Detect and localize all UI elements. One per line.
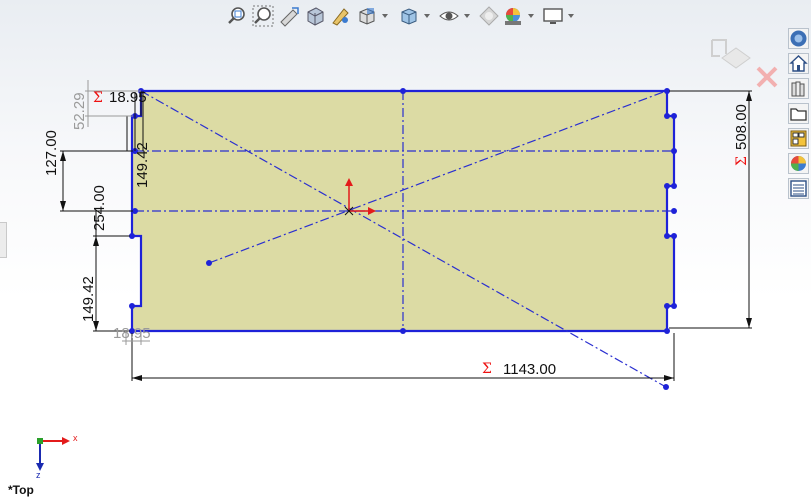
- confirmation-corner: [706, 34, 782, 94]
- appearance-icon: [479, 6, 499, 26]
- display-style-dropdown[interactable]: [424, 14, 430, 18]
- eye-icon: [439, 11, 459, 21]
- feature-manager-collapse-tab[interactable]: [0, 222, 7, 258]
- view-palette-icon: [790, 130, 807, 147]
- dimension-overall-width[interactable]: 1143.00: [503, 361, 556, 378]
- exit-sketch-icon[interactable]: [706, 34, 756, 74]
- folder-icon: [790, 108, 807, 121]
- triad-z-label: z: [36, 470, 41, 480]
- heads-up-view-toolbar: [222, 2, 582, 30]
- sketch-canvas[interactable]: Σ 1143.00 Σ 508.00 127.00 254.00 149.42 …: [0, 0, 811, 498]
- view-settings-dropdown[interactable]: [568, 14, 574, 18]
- file-explorer-tab[interactable]: [788, 103, 809, 124]
- apply-scene-dropdown[interactable]: [528, 14, 534, 18]
- scene-icon: [505, 8, 521, 25]
- view-palette-tab[interactable]: [788, 128, 809, 149]
- dimension-52[interactable]: 52.29: [71, 92, 88, 130]
- annotation-view-icon: [332, 8, 349, 26]
- dimension-sigma-width: Σ: [482, 361, 492, 377]
- dimension-254[interactable]: 254.00: [91, 185, 108, 231]
- dimension-18-top[interactable]: 18.95: [109, 89, 147, 106]
- hide-show-items-button[interactable]: [438, 5, 460, 27]
- appearances-scenes-tab[interactable]: [788, 153, 809, 174]
- dimension-149-upper[interactable]: 149.42: [134, 142, 151, 188]
- previous-view-icon: [280, 7, 299, 27]
- view-orientation-icon: [359, 8, 375, 25]
- view-orientation-dropdown[interactable]: [382, 14, 388, 18]
- dimension-149-lower[interactable]: 149.42: [80, 276, 97, 322]
- zoom-to-fit-button[interactable]: [226, 5, 248, 27]
- task-pane: [787, 28, 811, 199]
- dimension-sigma-height: Σ: [734, 156, 750, 166]
- dimension-sigma-18-top: Σ: [93, 90, 103, 106]
- zoom-to-area-icon: [252, 5, 274, 27]
- display-style-button[interactable]: [398, 5, 420, 27]
- reference-triad: x z: [36, 433, 78, 480]
- custom-properties-tab[interactable]: [788, 178, 809, 199]
- apply-scene-button[interactable]: [502, 5, 524, 27]
- edit-appearance-button[interactable]: [478, 5, 500, 27]
- home-icon: [789, 55, 808, 72]
- zoom-to-fit-icon: [228, 7, 245, 24]
- library-books-icon: [791, 81, 805, 97]
- view-orientation-button[interactable]: [356, 5, 378, 27]
- monitor-icon: [543, 8, 563, 24]
- color-sphere-icon: [791, 156, 806, 171]
- dimension-127[interactable]: 127.00: [43, 130, 60, 176]
- properties-list-icon: [790, 180, 807, 197]
- previous-view-button[interactable]: [278, 5, 300, 27]
- design-library-tab[interactable]: [788, 53, 809, 74]
- annotation-view-button[interactable]: [330, 5, 352, 27]
- hide-show-dropdown[interactable]: [464, 14, 470, 18]
- zoom-to-area-button[interactable]: [252, 5, 274, 27]
- triad-x-label: x: [73, 433, 78, 443]
- solidworks-resources-tab[interactable]: [788, 28, 809, 49]
- view-settings-button[interactable]: [542, 5, 564, 27]
- section-view-icon: [307, 7, 324, 26]
- cancel-sketch-icon[interactable]: [754, 64, 780, 90]
- dimension-overall-height[interactable]: 508.00: [733, 104, 750, 150]
- design-library-items-tab[interactable]: [788, 78, 809, 99]
- solidworks-resources-icon: [790, 30, 807, 47]
- section-view-button[interactable]: [304, 5, 326, 27]
- dimension-18-bottom[interactable]: 18.95: [113, 325, 151, 342]
- view-orientation-label: *Top: [8, 483, 34, 497]
- display-style-icon: [401, 8, 417, 25]
